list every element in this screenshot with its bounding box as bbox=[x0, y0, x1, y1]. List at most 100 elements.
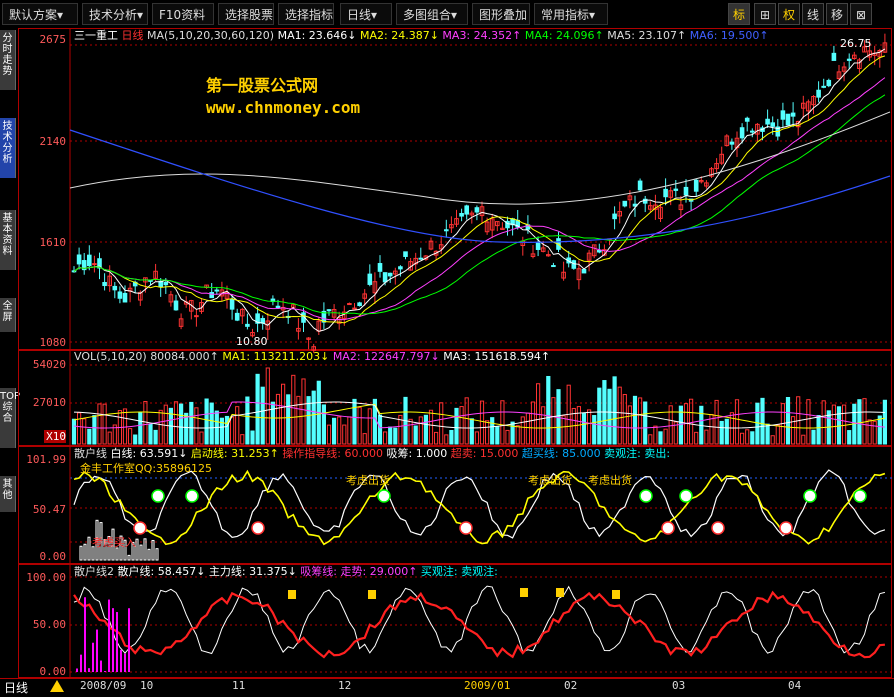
candle-body bbox=[382, 272, 388, 283]
ma-value-3: MA4: 24.096↑ bbox=[524, 29, 608, 42]
volume-bar bbox=[301, 378, 306, 445]
ind1-value-5: 超买线: 85.000 bbox=[521, 447, 605, 460]
candle-body bbox=[785, 113, 791, 126]
volume-bar bbox=[71, 418, 77, 445]
candle-body bbox=[387, 272, 393, 277]
ind2-ytick-1: 100.00 bbox=[26, 571, 66, 584]
absorb-bar bbox=[83, 543, 87, 561]
candle-body bbox=[76, 254, 82, 265]
buy-marker bbox=[368, 590, 376, 599]
accumulate-bar bbox=[104, 671, 106, 672]
vol-legend: VOL(5,10,20) 80084.000↑ MA1: 113211.203↓… bbox=[74, 350, 550, 364]
volume-bar bbox=[760, 397, 765, 445]
vol-value-2: MA2: 122647.797↓ bbox=[332, 350, 444, 363]
candle-body bbox=[398, 266, 403, 270]
volume-bar bbox=[831, 404, 836, 445]
volume-bar bbox=[734, 399, 740, 445]
status-bar bbox=[0, 678, 894, 697]
volume-bar bbox=[337, 416, 342, 445]
volume-bar bbox=[464, 397, 469, 445]
volume-bar bbox=[770, 435, 775, 445]
candle-body bbox=[357, 302, 362, 307]
signal-face bbox=[133, 521, 147, 535]
volume-bar bbox=[811, 429, 816, 445]
volume-bar bbox=[791, 416, 796, 445]
candle-body bbox=[444, 229, 449, 232]
volume-bar bbox=[857, 399, 862, 445]
volume-bar bbox=[199, 431, 204, 445]
candle-body bbox=[551, 265, 556, 268]
signal-face bbox=[639, 489, 653, 503]
candle-body bbox=[612, 213, 617, 220]
ma-value-1: MA2: 24.387↓ bbox=[360, 29, 443, 42]
period-up-icon[interactable] bbox=[50, 680, 64, 692]
volume-bar bbox=[750, 431, 755, 445]
volume-bar bbox=[520, 416, 525, 445]
volume-bar bbox=[597, 387, 602, 445]
period-status[interactable]: 日线 bbox=[4, 679, 28, 696]
candle-body bbox=[770, 122, 776, 127]
buy-marker bbox=[612, 590, 620, 599]
candle-body bbox=[622, 200, 628, 207]
volume-bar bbox=[648, 434, 653, 445]
candle-body bbox=[209, 292, 214, 299]
ind2-header: 散户线2 bbox=[74, 565, 114, 578]
volume-bar bbox=[592, 415, 597, 445]
candle-body bbox=[780, 110, 786, 120]
ma-value-2: MA3: 24.352↑ bbox=[442, 29, 525, 42]
accumulate-bar bbox=[100, 660, 102, 672]
volume-bar bbox=[515, 425, 520, 445]
accumulate-bar bbox=[128, 608, 130, 672]
candle-body bbox=[326, 309, 332, 312]
volume-bar bbox=[444, 434, 449, 445]
white-line bbox=[73, 469, 886, 539]
volume-bar bbox=[694, 431, 699, 445]
sell-annotation-1: 考虑出货 bbox=[346, 474, 390, 487]
volume-bar bbox=[556, 389, 561, 445]
volume-bar bbox=[638, 397, 643, 445]
volume-bar bbox=[505, 429, 510, 445]
candle-body bbox=[275, 305, 281, 309]
candle-body bbox=[683, 186, 689, 196]
volume-bar bbox=[377, 414, 383, 445]
price-legend: 三一重工 日线 MA(5,10,20,30,60,120) MA1: 23.64… bbox=[74, 29, 769, 43]
candle-body bbox=[112, 285, 118, 291]
vol-ytick-1: 54020 bbox=[32, 358, 66, 371]
accumulate-bar bbox=[124, 653, 126, 672]
ma-line bbox=[73, 48, 886, 332]
volume-bar bbox=[842, 404, 847, 445]
volume-bar bbox=[418, 416, 423, 445]
volume-bar bbox=[367, 408, 372, 445]
volume-bar bbox=[347, 416, 352, 445]
high-label: 26.75 bbox=[840, 37, 872, 50]
volume-bar bbox=[479, 400, 485, 445]
signal-face bbox=[679, 489, 693, 503]
volume-bar bbox=[357, 407, 362, 445]
candle-body bbox=[663, 188, 668, 198]
ind1-ytick-3: 0.00 bbox=[39, 550, 67, 563]
volume-bar bbox=[541, 406, 546, 445]
candle-body bbox=[744, 117, 750, 122]
ind1-legend: 散户线 白线: 63.591↓ 启动线: 31.253↑ 操作指导线: 60.0… bbox=[74, 447, 670, 461]
volume-bar bbox=[148, 423, 153, 445]
candle-body bbox=[571, 260, 577, 269]
candle-body bbox=[637, 180, 643, 191]
candle-body bbox=[765, 118, 770, 125]
volume-bar bbox=[658, 431, 663, 445]
ind1-value-0: 白线: 63.591↓ bbox=[110, 447, 191, 460]
candle-body bbox=[474, 207, 480, 213]
ind2-legend: 散户线2 散户线: 58.457↓ 主力线: 31.375↓ 吸筹线: 走势: … bbox=[74, 565, 498, 579]
ma-line bbox=[73, 77, 886, 321]
watermark-url: www.chnmoney.com bbox=[206, 98, 361, 117]
volume-bar bbox=[653, 425, 658, 445]
ma-value-5: MA6: 19.500↑ bbox=[689, 29, 769, 42]
candle-body bbox=[377, 263, 383, 272]
volume-bar bbox=[459, 406, 464, 445]
volume-bar bbox=[745, 429, 750, 445]
signal-face bbox=[185, 489, 199, 503]
volume-bar bbox=[724, 418, 729, 445]
ma-value-4: MA5: 23.107↑ bbox=[607, 29, 690, 42]
candle-body bbox=[821, 85, 827, 88]
absorb-bar bbox=[151, 539, 155, 561]
candle-body bbox=[826, 79, 832, 87]
